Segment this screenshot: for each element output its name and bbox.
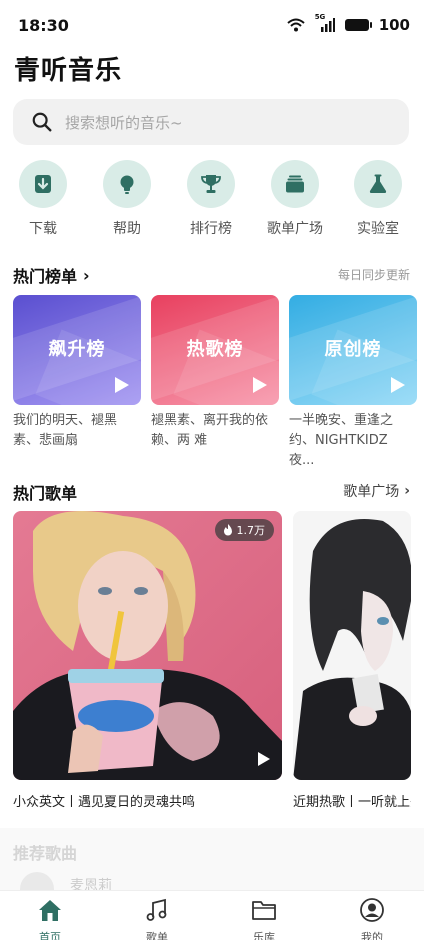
quick-entry-label: 歌单广场 [267, 221, 323, 237]
home-icon [39, 900, 61, 921]
app-title: 青听音乐 [14, 56, 123, 86]
bottom-nav: 首页 歌单 乐库 我的 [0, 890, 424, 940]
music-note-icon [146, 898, 167, 921]
play-icon[interactable] [253, 377, 267, 393]
hot-charts-header[interactable]: 热门榜单 › [13, 263, 90, 287]
play-count: 1.7万 [236, 524, 266, 537]
quick-entry-label: 下载 [29, 221, 57, 237]
playlist-caption: 小众英文丨遇见夏日的灵魂共鸣 [13, 795, 196, 810]
trophy-icon [201, 175, 221, 193]
search-bar[interactable]: 搜索想听的音乐~ [13, 99, 409, 145]
chart-card-hot[interactable]: 热歌榜 [151, 295, 279, 405]
chart-card-desc: 一半晚安、重逢之约、NIGHTKIDZ夜... [289, 413, 394, 468]
hot-charts-subtitle: 每日同步更新 [337, 268, 410, 282]
fire-icon [223, 524, 232, 536]
folder-icon [252, 901, 276, 920]
play-icon[interactable] [391, 377, 405, 393]
playlist-card[interactable] [293, 511, 411, 780]
nav-label: 乐库 [253, 931, 275, 940]
flask-icon [369, 174, 387, 193]
playlist-square-label: 歌单广场 [343, 484, 400, 500]
wifi-icon [287, 18, 305, 32]
quick-entry-lab[interactable]: 实验室 [343, 160, 413, 238]
quick-entry-label: 帮助 [113, 221, 141, 237]
chart-card-title: 热歌榜 [186, 339, 244, 360]
play-icon[interactable] [258, 752, 270, 766]
quick-entry-charts[interactable]: 排行榜 [176, 160, 246, 238]
playlist-square-link[interactable]: 歌单广场 › [343, 481, 410, 501]
search-placeholder: 搜索想听的音乐~ [65, 113, 183, 132]
playlist-cover-image [293, 511, 411, 780]
status-bar: 18:30 5G 100 [0, 0, 424, 50]
playlist-cover-image [13, 511, 282, 780]
nav-label: 首页 [39, 931, 61, 940]
user-icon [360, 898, 384, 922]
chevron-right-icon: › [83, 265, 90, 285]
battery-icon [344, 19, 372, 31]
battery-level: 100 [378, 16, 410, 34]
section-title: 热门歌单 [13, 484, 78, 503]
nav-library[interactable]: 乐库 [234, 897, 294, 940]
quick-entries: 下载 帮助 排行榜 歌单广场 实验室 [0, 160, 424, 240]
section-title: 热门榜单 [13, 267, 78, 286]
quick-entry-label: 排行榜 [190, 221, 232, 237]
status-icons: 5G 100 [287, 13, 410, 34]
nav-label: 歌单 [146, 931, 168, 940]
section-title: 推荐歌曲 [13, 844, 78, 863]
playlist-card[interactable]: 1.7万 [13, 511, 282, 780]
hot-playlists-header: 热门歌单 [13, 480, 77, 504]
chart-card-desc: 褪黑素、离开我的依赖、两 难 [151, 413, 269, 448]
chart-card-title: 飙升榜 [48, 339, 106, 360]
nav-playlists[interactable]: 歌单 [127, 897, 187, 940]
chevron-right-icon: › [404, 483, 410, 499]
recommended-section: 推荐歌曲 麦恩莉 [0, 828, 424, 894]
chart-card-original[interactable]: 原创榜 [289, 295, 417, 405]
folder-stack-icon [286, 175, 304, 193]
chart-card-desc: 我们的明天、褪黑素、悲画扇 [13, 413, 118, 448]
status-time: 18:30 [18, 16, 69, 35]
chart-card-soaring[interactable]: 飙升榜 [13, 295, 141, 405]
download-icon [35, 175, 51, 193]
quick-entry-help[interactable]: 帮助 [92, 160, 162, 238]
nav-home[interactable]: 首页 [20, 897, 80, 940]
quick-entry-download[interactable]: 下载 [8, 160, 78, 238]
quick-entry-label: 实验室 [357, 221, 399, 237]
play-icon[interactable] [115, 377, 129, 393]
nav-profile[interactable]: 我的 [342, 897, 402, 940]
play-count-badge: 1.7万 [214, 519, 274, 541]
nav-label: 我的 [361, 931, 383, 940]
search-icon [32, 112, 52, 132]
playlist-caption: 近期热歌丨一听就上头 [293, 795, 411, 810]
signal-icon: 5G [315, 13, 335, 32]
song-avatar [20, 872, 54, 890]
quick-entry-playlist-square[interactable]: 歌单广场 [260, 160, 330, 238]
lightbulb-icon [120, 175, 134, 194]
chart-card-title: 原创榜 [324, 339, 382, 360]
